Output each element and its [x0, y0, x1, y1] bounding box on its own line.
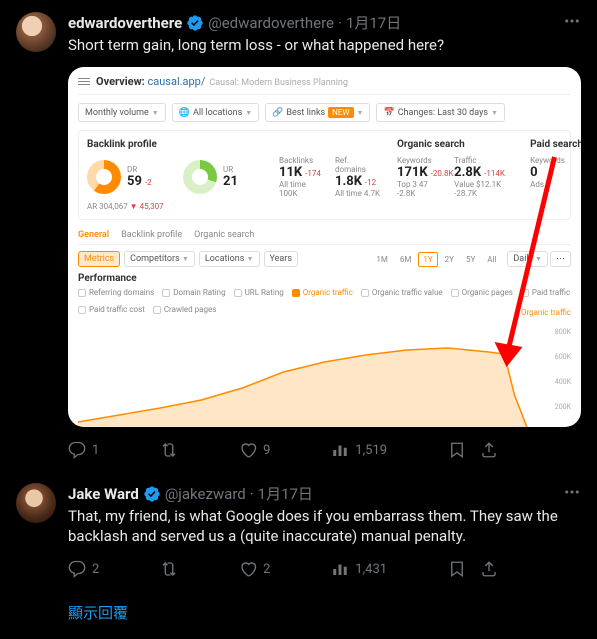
y-axis-label: Organic traffic — [521, 308, 571, 317]
like-button[interactable]: 9 — [239, 441, 270, 459]
ur-donut-icon — [183, 160, 217, 194]
avatar[interactable] — [16, 12, 56, 52]
filter-changes: 📅 Changes: Last 30 days▼ — [376, 103, 504, 122]
metrics-panel: Backlink profile DR 59-2 — [78, 130, 571, 220]
metric-checkboxes: Referring domains Domain Rating URL Rati… — [78, 288, 571, 314]
show-replies-link[interactable]: 顯示回覆 — [0, 590, 597, 639]
handle[interactable]: @jakezward — [165, 485, 246, 503]
display-name[interactable]: Jake Ward — [68, 485, 139, 503]
tweet-actions: 2 2 1,431 — [68, 560, 498, 578]
backlink-title: Backlink profile — [87, 139, 381, 150]
tweet-header: Jake Ward @jakezward · 1月17日 — [68, 483, 581, 504]
subtab-locations: Locations ▼ — [199, 251, 260, 267]
range-buttons: 1M 6M 1Y 2Y 5Y All Daily ▼ ⋯ — [371, 251, 571, 267]
more-icon[interactable] — [563, 483, 581, 501]
overview-domain: causal.app/ — [147, 75, 205, 88]
avatar[interactable] — [16, 483, 56, 523]
tweet-header: edwardoverthere @edwardoverthere · 1月17日 — [68, 12, 581, 33]
share-button[interactable] — [480, 441, 498, 459]
chart: Organic traffic 800K 600K 400K 200K 0 — [78, 320, 571, 427]
subtab-years: Years — [264, 251, 298, 267]
reply-button[interactable]: 2 — [68, 560, 99, 578]
tweet[interactable]: Jake Ward @jakezward · 1月17日 That, my fr… — [0, 471, 597, 590]
sub-tabs: Metrics Competitors ▼ Locations ▼ Years … — [78, 251, 571, 267]
tweet-text: That, my friend, is what Google does if … — [68, 506, 581, 546]
bookmark-button[interactable] — [448, 441, 466, 459]
paid-title: Paid search — [530, 139, 581, 150]
dr-donut-icon — [87, 160, 121, 194]
subtab-competitors: Competitors ▼ — [124, 251, 195, 267]
display-name[interactable]: edwardoverthere — [68, 14, 182, 32]
tab-organic: Organic search — [194, 230, 254, 240]
tweet-text: Short term gain, long term loss - or wha… — [68, 35, 581, 55]
date[interactable]: 1月17日 — [258, 483, 313, 504]
filter-bar: Monthly volume▼ 🌐 All locations▼ 🔗 Best … — [78, 103, 571, 122]
embedded-image[interactable]: Overview: causal.app/Causal: Modern Busi… — [68, 67, 581, 427]
organic-title: Organic search — [397, 139, 514, 150]
date[interactable]: 1月17日 — [346, 12, 401, 33]
tab-general: General — [78, 230, 109, 240]
filter-links: 🔗 Best links NEW▼ — [265, 103, 370, 122]
separator: · — [250, 485, 254, 503]
verified-badge-icon — [186, 14, 204, 32]
handle[interactable]: @edwardoverthere — [208, 14, 334, 32]
reply-button[interactable]: 1 — [68, 441, 99, 459]
tweet[interactable]: edwardoverthere @edwardoverthere · 1月17日… — [0, 0, 597, 471]
tweet-actions: 1 9 1,519 — [68, 441, 498, 459]
main-tabs: General Backlink profile Organic search — [78, 230, 571, 245]
bookmark-button[interactable] — [448, 560, 466, 578]
verified-badge-icon — [143, 485, 161, 503]
views-button[interactable]: 1,519 — [331, 441, 387, 459]
tab-backlink: Backlink profile — [121, 230, 182, 240]
performance-title: Performance — [78, 273, 571, 284]
overview-label: Overview: — [96, 75, 145, 88]
retweet-button[interactable] — [160, 560, 178, 578]
share-button[interactable] — [480, 560, 498, 578]
overview-subtitle: Causal: Modern Business Planning — [209, 78, 348, 88]
more-icon[interactable] — [563, 12, 581, 30]
retweet-button[interactable] — [160, 441, 178, 459]
filter-locations: 🌐 All locations▼ — [172, 103, 259, 122]
subtab-metrics: Metrics — [78, 251, 120, 267]
more-icon: ⋯ — [550, 251, 571, 267]
filter-monthly: Monthly volume▼ — [78, 103, 166, 122]
views-button[interactable]: 1,431 — [331, 560, 387, 578]
like-button[interactable]: 2 — [239, 560, 270, 578]
separator: · — [338, 14, 342, 32]
dashboard-header: Overview: causal.app/Causal: Modern Busi… — [78, 75, 571, 95]
hamburger-icon — [78, 78, 90, 85]
